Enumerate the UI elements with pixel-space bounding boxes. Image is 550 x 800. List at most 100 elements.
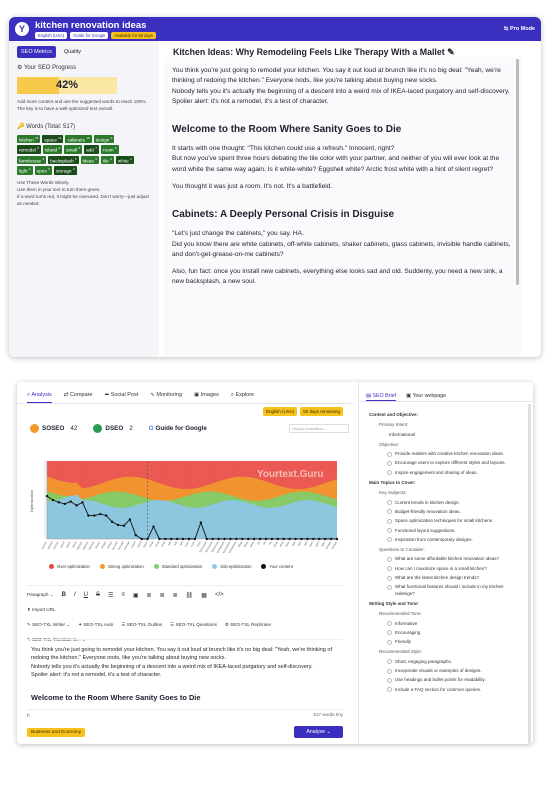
brief-item[interactable]: Informative: [387, 621, 523, 627]
brief-item[interactable]: Encourage users to explore different sty…: [387, 460, 523, 466]
tab-quality[interactable]: Quality: [60, 46, 85, 58]
data-point: [140, 537, 143, 541]
brief-item[interactable]: Space optimization techniques for small …: [387, 518, 523, 524]
checkbox-icon: [387, 556, 392, 562]
strike-icon[interactable]: S: [96, 592, 100, 598]
data-point: [51, 498, 55, 502]
checkbox-icon: [387, 470, 392, 476]
brief-item[interactable]: Current trends in kitchen design.: [387, 500, 523, 506]
image-icon[interactable]: ▣: [133, 592, 139, 599]
document-editor[interactable]: You think you're just going to remodel y…: [164, 57, 521, 357]
brief-item[interactable]: Short, engaging paragraphs.: [387, 659, 523, 665]
seo-questions-button[interactable]: ☰ SEO-TXL Questions: [170, 622, 217, 628]
editor-scrollbar[interactable]: [516, 59, 519, 285]
import-url-button[interactable]: ⬆ Import URL: [27, 607, 56, 613]
list-icon[interactable]: ☰: [108, 592, 113, 599]
sidebar: SEO Metrics Quality ⚙ Your SEO Progress …: [9, 41, 159, 357]
tab-seo-brief[interactable]: ▤ SEO Brief: [366, 393, 397, 401]
word-chip: room 5: [100, 145, 119, 154]
brief-item[interactable]: Inspire engagement and sharing of ideas.: [387, 470, 523, 476]
brief-item[interactable]: Incorporate visuals or examples of desig…: [387, 668, 523, 674]
paragraph: You think you're just going to remodel y…: [31, 647, 332, 662]
nav-explore[interactable]: ⌕ Explore: [231, 392, 254, 403]
heading: Welcome to the Room Where Sanity Goes to…: [31, 693, 201, 702]
brief-item[interactable]: Inspiration from contemporary designs.: [387, 537, 523, 543]
checkbox-icon: [387, 451, 392, 457]
word-chip: tile 4: [100, 155, 114, 165]
code-icon[interactable]: </>: [215, 592, 224, 598]
paragraph: You think you're just going to remodel y…: [172, 67, 501, 85]
brief-item[interactable]: Provide readers with creative kitchen re…: [387, 451, 523, 457]
analyse-button[interactable]: Analyse ⌄: [294, 726, 343, 738]
link-icon[interactable]: ⛓: [186, 592, 194, 599]
brief-item[interactable]: How can I maximize space in a small kitc…: [387, 566, 523, 572]
nav-images[interactable]: ▣ Images: [194, 392, 219, 403]
brief-item[interactable]: What are some affordable kitchen renovat…: [387, 556, 523, 562]
brief-item[interactable]: Friendly: [387, 639, 523, 645]
data-point: [329, 537, 333, 541]
format-select[interactable]: Paragraph ⌄: [27, 592, 54, 598]
word-chip: design 6: [93, 134, 115, 144]
seo-brief: Context and Objective: Primary Intent: Inf…: [359, 402, 533, 702]
checkbox-icon: [387, 518, 392, 524]
edit-pencil-icon[interactable]: ✎: [447, 47, 454, 57]
competitors-select[interactable]: Display competitors ⌄: [289, 424, 349, 433]
analysis-window: ⌕ Analysis ⇄ Compare ➦ Social Post ∿ Mon…: [17, 382, 533, 744]
brief-label: Recommended Style:: [379, 649, 423, 655]
paragraph: Nobody tells you it's actually the begin…: [31, 663, 313, 670]
nav-compare[interactable]: ⇄ Compare: [64, 392, 93, 403]
tab-your-webpage[interactable]: ▣ Your webpage: [406, 393, 446, 401]
analysis-nav: ⌕ Analysis ⇄ Compare ➦ Social Post ∿ Mon…: [17, 382, 353, 404]
editor-toolbar: Paragraph ⌄ B I U S ☰ ≡ ▣ ≣ ≣ ≣ ⛓ ▦ </> …: [27, 585, 343, 642]
dseo-icon: [93, 424, 103, 433]
data-point: [181, 537, 185, 541]
paragraph: It starts with one thought: "This kitche…: [172, 145, 395, 153]
align-right-icon[interactable]: ≣: [173, 592, 178, 599]
pro-mode-toggle[interactable]: ⇆ Pro Mode: [504, 26, 535, 32]
brief-item[interactable]: What functional features should I includ…: [387, 584, 523, 597]
bold-icon[interactable]: B: [62, 592, 66, 598]
tab-seo-metrics[interactable]: SEO Metrics: [17, 46, 56, 58]
brief-section-title: Main Topics to Cover:: [369, 480, 416, 486]
brief-item[interactable]: Budget-friendly renovation ideas.: [387, 509, 523, 515]
words-heading: 🔑 Words (Total: 517): [17, 123, 76, 130]
italic-icon[interactable]: I: [74, 592, 76, 598]
align-left-icon[interactable]: ≣: [147, 592, 152, 599]
brief-item[interactable]: What are the latest kitchen design trend…: [387, 575, 523, 581]
dseo-score: DSEO 2: [93, 424, 133, 433]
nav-social-post[interactable]: ➦ Social Post: [105, 392, 139, 403]
data-point: [116, 523, 120, 527]
data-point: [110, 520, 114, 524]
nav-analysis[interactable]: ⌕ Analysis: [27, 392, 52, 403]
data-point: [87, 514, 90, 517]
brief-item[interactable]: Functional layout suggestions.: [387, 528, 523, 534]
seo-outline-button[interactable]: ☰ SEO-TXL Outline: [121, 622, 162, 628]
brief-item[interactable]: Include a FAQ section for common queries…: [387, 687, 523, 693]
data-point: [158, 537, 161, 541]
table-icon[interactable]: ▦: [201, 592, 207, 599]
word-chip: small 6: [64, 145, 83, 154]
brief-item[interactable]: Use headings and bullet points for reada…: [387, 677, 523, 683]
analysis-editor[interactable]: You think you're just going to remodel y…: [27, 639, 343, 709]
progress-bar: 42%: [17, 77, 117, 94]
data-point: [300, 537, 303, 541]
underline-icon[interactable]: U: [84, 592, 88, 598]
word-chip: remodel 5: [17, 145, 41, 154]
x-tick-label: white: [284, 540, 291, 548]
nav-monitoring[interactable]: ∿ Monitoring: [150, 392, 182, 403]
seo-auto-button[interactable]: ✦ SEO-TXL Auto: [78, 622, 113, 628]
x-tick-label: room: [183, 541, 189, 548]
brief-item[interactable]: Encouraging: [387, 630, 523, 636]
data-point: [152, 525, 155, 528]
align-center-icon[interactable]: ≣: [160, 592, 165, 599]
brief-section-title: Writing Style and Tone:: [369, 600, 419, 606]
app-logo-icon: Y: [15, 22, 29, 36]
category-chip[interactable]: Business and Economy: [27, 727, 86, 737]
seo-rephrase-button[interactable]: ⚙ SEO-TXL Rephrase: [225, 622, 271, 628]
numbered-list-icon[interactable]: ≡: [121, 592, 125, 598]
x-tick-label: add: [172, 540, 178, 546]
brief-scrollbar[interactable]: [528, 404, 531, 744]
data-point: [282, 537, 285, 541]
seo-writer-button[interactable]: ✎ SEO-TXL Writer ⌄: [27, 622, 70, 628]
data-point: [247, 537, 250, 541]
